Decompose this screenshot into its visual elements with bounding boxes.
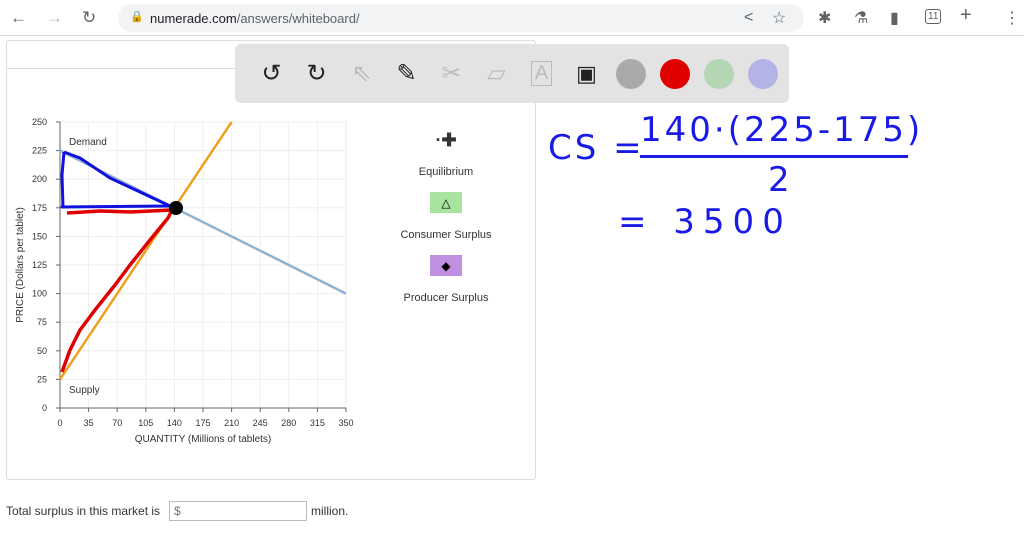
y-tick-label: 150 xyxy=(32,231,47,241)
new-tab-icon[interactable]: + xyxy=(960,4,972,27)
x-tick-label: 280 xyxy=(281,418,296,428)
equilibrium-tool-icon[interactable]: ·✚ xyxy=(386,130,506,151)
y-tick-label: 250 xyxy=(32,117,47,127)
color-red[interactable] xyxy=(660,58,690,89)
hw-cs-label: CS = xyxy=(548,128,645,168)
labs-icon[interactable]: ⚗ xyxy=(854,8,868,28)
y-tick-label: 225 xyxy=(32,146,47,156)
undo-icon[interactable]: ↺ xyxy=(249,54,294,94)
hw-denominator: 2 xyxy=(768,160,793,200)
tab-count[interactable]: 11 xyxy=(925,9,942,24)
pointer-icon[interactable]: ⇖ xyxy=(339,54,384,94)
x-tick-label: 105 xyxy=(138,418,153,428)
x-tick-label: 0 xyxy=(57,418,62,428)
y-tick-label: 75 xyxy=(37,317,47,327)
whiteboard-toolbar: ↺ ↻ ⇖ ✎ ✂ ▱ A ▣ xyxy=(235,44,789,103)
menu-icon[interactable]: ⋮ xyxy=(1004,8,1020,28)
x-tick-label: 140 xyxy=(167,418,182,428)
y-tick-label: 100 xyxy=(32,289,47,299)
hw-numerator: 140·(225-175) xyxy=(640,110,924,150)
total-surplus-input[interactable] xyxy=(169,501,307,521)
color-green[interactable] xyxy=(704,58,734,89)
star-icon[interactable]: ☆ xyxy=(772,8,786,28)
image-icon[interactable]: ▣ xyxy=(564,54,609,94)
x-tick-label: 315 xyxy=(310,418,325,428)
y-tick-label: 25 xyxy=(37,374,47,384)
demand-label: Demand xyxy=(69,137,107,148)
redo-icon[interactable]: ↻ xyxy=(294,54,339,94)
text-icon[interactable]: A xyxy=(519,54,564,94)
tools-icon[interactable]: ✂ xyxy=(429,54,474,94)
producer-surplus-tool[interactable]: ◆ xyxy=(430,255,462,276)
color-gray[interactable] xyxy=(616,58,646,89)
diamond-icon: ◆ xyxy=(441,258,451,273)
x-tick-label: 245 xyxy=(253,418,268,428)
side-panel-icon[interactable]: ▮ xyxy=(890,8,899,28)
x-tick-label: 350 xyxy=(338,418,353,428)
total-surplus-label: Total surplus in this market is xyxy=(6,504,161,518)
x-tick-label: 210 xyxy=(224,418,239,428)
x-tick-label: 175 xyxy=(195,418,210,428)
pen-icon[interactable]: ✎ xyxy=(384,54,429,94)
y-tick-label: 175 xyxy=(32,203,47,213)
supply-label: Supply xyxy=(69,385,100,396)
hw-fraction-bar xyxy=(640,155,908,158)
y-tick-label: 125 xyxy=(32,260,47,270)
y-tick-label: 0 xyxy=(42,403,47,413)
x-tick-label: 35 xyxy=(84,418,94,428)
consumer-surplus-tool[interactable]: △ xyxy=(430,192,462,213)
hw-result: = 3500 xyxy=(618,202,792,242)
y-axis-title: PRICE (Dollars per tablet) xyxy=(15,207,26,323)
share-icon[interactable]: < xyxy=(744,9,753,27)
y-tick-label: 50 xyxy=(37,346,47,356)
legend-producer-surplus: Producer Surplus xyxy=(403,292,489,304)
triangle-icon: △ xyxy=(441,195,451,210)
y-tick-label: 200 xyxy=(32,174,47,184)
eraser-icon[interactable]: ▱ xyxy=(474,54,519,94)
legend-consumer-surplus: Consumer Surplus xyxy=(400,229,492,241)
x-axis-title: QUANTITY (Millions of tablets) xyxy=(135,434,272,445)
legend-equilibrium: Equilibrium xyxy=(418,166,474,178)
extensions-icon[interactable]: ✱ xyxy=(818,8,831,28)
million-label: million. xyxy=(311,504,349,518)
color-lavender[interactable] xyxy=(748,58,778,89)
x-tick-label: 70 xyxy=(112,418,122,428)
